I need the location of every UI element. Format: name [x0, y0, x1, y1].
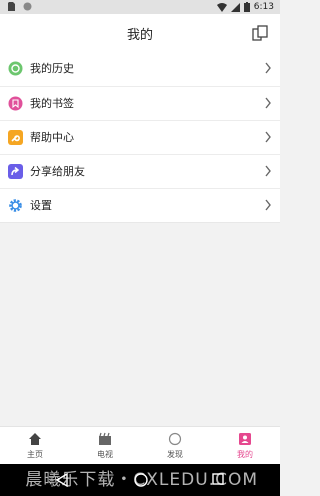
status-bar: 6:13	[0, 0, 280, 14]
menu-item-help[interactable]: 帮助中心	[0, 120, 280, 154]
menu-item-share[interactable]: 分享给朋友	[0, 154, 280, 188]
battery-icon	[243, 2, 250, 12]
bookmark-icon	[8, 96, 23, 111]
tab-label: 发现	[167, 450, 183, 459]
tab-profile[interactable]: 我的	[210, 427, 280, 465]
wifi-icon	[216, 2, 227, 12]
signal-icon	[230, 2, 240, 12]
record-icon	[23, 2, 32, 11]
menu-item-label: 设置	[30, 199, 52, 212]
menu-item-label: 我的书签	[30, 97, 74, 110]
chevron-right-icon	[265, 131, 271, 143]
wrench-icon	[8, 130, 23, 145]
discover-icon	[168, 432, 182, 446]
menu-item-label: 我的历史	[30, 62, 74, 75]
history-icon	[8, 61, 23, 76]
home-icon	[29, 433, 41, 445]
copy-icon[interactable]	[252, 24, 270, 42]
menu-item-label: 帮助中心	[30, 131, 74, 144]
profile-icon	[239, 433, 251, 445]
tab-label: 电视	[97, 450, 113, 459]
app-header: 我的	[0, 14, 280, 53]
sim-icon	[8, 2, 15, 11]
bottom-tab-bar: 主页 电视 发现 我的	[0, 426, 280, 465]
chevron-right-icon	[265, 62, 271, 74]
status-time: 6:13	[253, 2, 274, 12]
system-nav-bar: 晨曦乐下载・CXLEDU.COM	[0, 464, 280, 496]
menu-item-bookmarks[interactable]: 我的书签	[0, 86, 280, 120]
gear-icon	[9, 199, 22, 212]
menu-list: 我的历史 我的书签 帮助中心 分享给朋友 设置	[0, 52, 280, 223]
menu-item-label: 分享给朋友	[30, 165, 85, 178]
menu-item-history[interactable]: 我的历史	[0, 52, 280, 86]
tab-label: 主页	[27, 450, 43, 459]
chevron-right-icon	[265, 97, 271, 109]
tv-icon	[99, 432, 111, 445]
chevron-right-icon	[265, 199, 271, 211]
share-icon	[8, 164, 23, 179]
tab-label: 我的	[237, 450, 253, 459]
tab-discover[interactable]: 发现	[140, 427, 210, 465]
tab-home[interactable]: 主页	[0, 427, 70, 465]
chevron-right-icon	[265, 165, 271, 177]
menu-item-settings[interactable]: 设置	[0, 188, 280, 222]
watermark: 晨曦乐下载・CXLEDU.COM	[25, 470, 258, 490]
page-title: 我的	[126, 28, 153, 43]
tab-tv[interactable]: 电视	[70, 427, 140, 465]
